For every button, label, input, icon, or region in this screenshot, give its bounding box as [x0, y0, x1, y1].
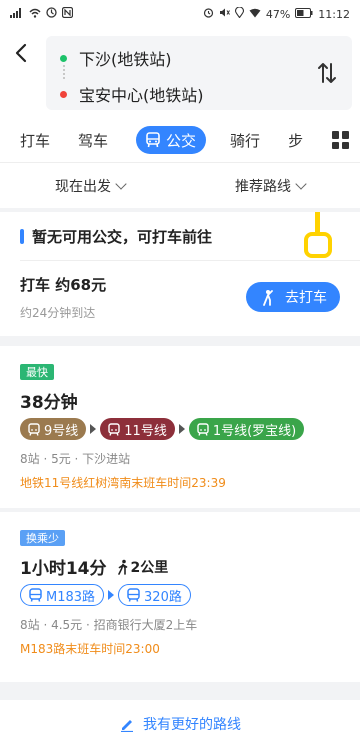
tab-transit[interactable]: 公交 — [136, 126, 207, 154]
back-arrow-icon — [15, 43, 27, 63]
metro-icon — [108, 422, 120, 436]
location-icon — [234, 6, 244, 21]
signal-icon — [10, 7, 24, 21]
grid-cell — [342, 131, 349, 139]
origin-label: 下沙(地铁站) — [79, 50, 172, 69]
transfer-arrow-icon — [108, 590, 115, 600]
route-duration-text: 1小时14分 — [20, 559, 107, 579]
route-connector — [63, 65, 65, 79]
route-option-fastest[interactable]: 最快 38分钟 9号线 11号线 1号线(罗宝线) 8站 · 5元 · 下沙进站… — [0, 346, 360, 508]
wifi-icon — [29, 8, 41, 21]
better-route-label: 我有更好的路线 — [143, 717, 241, 733]
sort-filter[interactable]: 推荐路线 — [180, 163, 360, 208]
tab-transit-label: 公交 — [166, 131, 197, 150]
origin-dot-icon — [60, 54, 67, 62]
status-left — [10, 6, 74, 21]
transfer-arrow-icon — [90, 424, 97, 434]
hail-taxi-icon — [263, 290, 273, 306]
destination-field[interactable]: 宝安中心(地铁站) — [60, 82, 204, 106]
alarm-icon — [203, 7, 214, 21]
last-train-warning: 地铁11号线红树湾南末班车时间23:39 — [20, 476, 226, 490]
last-bus-warning: M183路末班车时间23:00 — [20, 642, 160, 656]
route-meta: 8站 · 4.5元 · 招商银行大厦2上车 — [20, 618, 198, 632]
clock-time: 11:12 — [318, 7, 350, 21]
destination-dot-icon — [60, 90, 67, 98]
line-name: 11号线 — [124, 423, 167, 439]
go-taxi-button[interactable]: 去打车 — [246, 282, 340, 312]
line-name: M183路 — [46, 589, 96, 605]
battery-percent: 47% — [265, 7, 291, 21]
line-badge: 11号线 — [100, 418, 175, 440]
swap-icon — [318, 63, 336, 83]
wifi-signal-icon — [249, 8, 261, 21]
notice-accent-bar — [20, 229, 24, 244]
swap-button[interactable] — [316, 60, 338, 86]
route-duration: 38分钟 — [20, 388, 78, 413]
tab-walk[interactable]: 步 — [288, 130, 308, 151]
grid-cell — [342, 141, 349, 149]
filter-bar: 现在出发 推荐路线 — [0, 162, 360, 208]
bus-strap-icon — [302, 212, 334, 262]
nfc-icon — [61, 6, 74, 21]
line-name: 1号线(罗宝线) — [212, 423, 297, 439]
walk-distance-text: 2公里 — [130, 559, 169, 576]
tab-ride[interactable]: 骑行 — [230, 130, 260, 151]
battery-icon — [295, 7, 313, 21]
walking-icon — [117, 559, 127, 575]
chevron-down-icon — [295, 177, 307, 190]
metro-icon — [197, 422, 209, 436]
mute-icon — [219, 7, 230, 21]
line-badge: M183路 — [20, 584, 105, 606]
line-badge: 9号线 — [20, 418, 87, 440]
metro-icon — [28, 422, 40, 436]
route-header: 下沙(地铁站) 宝安中心(地铁站) — [0, 28, 360, 118]
depart-time-label: 现在出发 — [55, 178, 111, 195]
better-route-feedback[interactable]: 我有更好的路线 — [0, 700, 360, 748]
go-taxi-label: 去打车 — [285, 290, 327, 306]
line-badge: 320路 — [118, 584, 191, 606]
route-lines: 9号线 11号线 1号线(罗宝线) — [20, 418, 305, 440]
destination-label: 宝安中心(地铁站) — [79, 86, 204, 105]
grid-cell — [332, 141, 339, 149]
line-badge: 1号线(罗宝线) — [188, 418, 305, 440]
route-meta: 8站 · 5元 · 下沙进站 — [20, 452, 131, 466]
taxi-card: 暂无可用公交，可打车前往 打车 约68元 约24分钟到达 去打车 — [0, 212, 360, 336]
taxi-eta: 约24分钟到达 — [20, 306, 96, 320]
tab-taxi[interactable]: 打车 — [20, 130, 50, 151]
route-duration: 1小时14分 2公里 — [20, 554, 168, 579]
depart-time-filter[interactable]: 现在出发 — [0, 163, 180, 208]
chevron-down-icon — [115, 177, 127, 190]
line-name: 9号线 — [44, 423, 79, 439]
sort-label: 推荐路线 — [235, 178, 291, 195]
strap-line — [315, 212, 320, 234]
route-tag: 最快 — [20, 364, 54, 380]
mode-tabs: 打车 驾车 公交 骑行 步 — [0, 118, 360, 162]
bus-icon — [29, 588, 42, 602]
line-name: 320路 — [144, 589, 182, 605]
no-transit-notice: 暂无可用公交，可打车前往 — [20, 226, 212, 247]
route-tag: 换乘少 — [20, 530, 65, 546]
route-lines: M183路 320路 — [20, 584, 191, 606]
grid-cell — [332, 131, 339, 139]
status-bar: 47% 11:12 — [0, 0, 360, 28]
route-option-fewer-transfers[interactable]: 换乘少 1小时14分 2公里 M183路 320路 8站 · 4.5元 · 招商… — [0, 512, 360, 682]
transfer-arrow-icon — [178, 424, 185, 434]
origin-field[interactable]: 下沙(地铁站) — [60, 46, 172, 70]
divider — [20, 260, 360, 261]
taxi-title: 打车 约68元 — [20, 276, 107, 294]
strap-ring — [304, 232, 332, 258]
bus-icon — [127, 588, 140, 602]
vpn-icon — [46, 7, 57, 21]
more-modes-button[interactable] — [332, 131, 350, 149]
edit-icon — [121, 720, 133, 732]
status-right: 47% 11:12 — [203, 6, 350, 21]
origin-destination-box: 下沙(地铁站) 宝安中心(地铁站) — [46, 36, 352, 110]
walk-distance: 2公里 — [117, 557, 169, 577]
tab-drive[interactable]: 驾车 — [78, 130, 108, 151]
notice-text: 暂无可用公交，可打车前往 — [32, 228, 213, 246]
bus-icon — [146, 132, 160, 148]
back-button[interactable] — [12, 42, 32, 64]
route-duration-text: 38分钟 — [20, 393, 78, 413]
